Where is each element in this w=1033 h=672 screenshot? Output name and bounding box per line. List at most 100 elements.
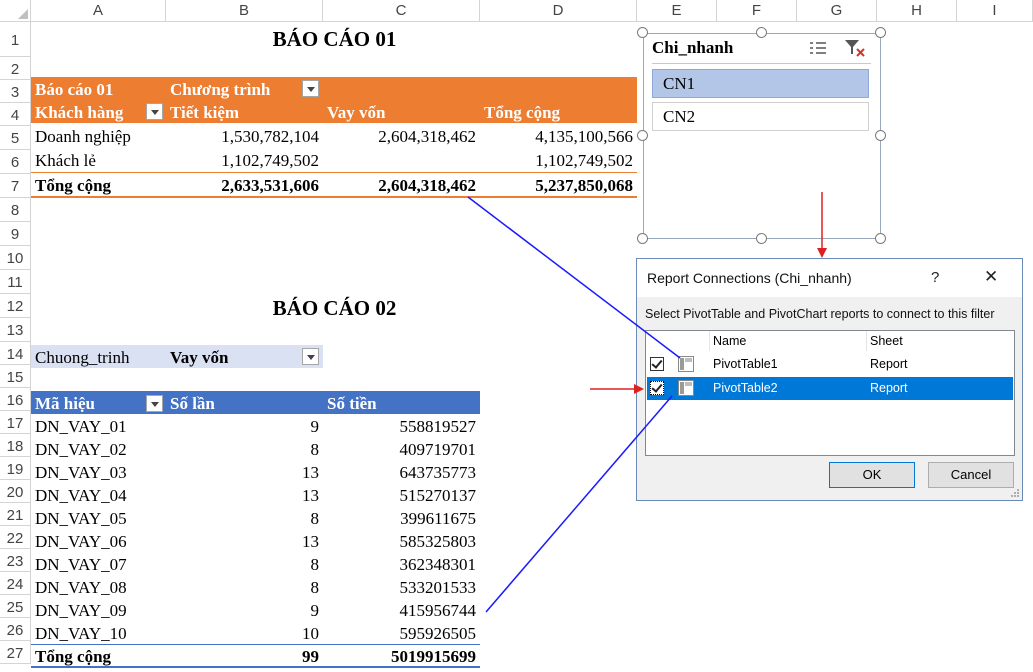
resize-handle[interactable] <box>875 130 886 141</box>
report1-total-value: 2,633,531,606 <box>221 176 319 195</box>
column-header-c[interactable]: C <box>323 0 480 22</box>
report1-total-value: 5,237,850,068 <box>535 176 633 195</box>
mahieu-dropdown-icon[interactable] <box>146 395 163 412</box>
ok-button[interactable]: OK <box>829 462 915 488</box>
column-header-f[interactable]: F <box>717 0 797 22</box>
row-header-22[interactable]: 22 <box>0 526 31 549</box>
report2-row-code: DN_VAY_08 <box>35 578 127 597</box>
column-separator <box>709 331 710 351</box>
resize-handle[interactable] <box>637 233 648 244</box>
column-header-e[interactable]: E <box>637 0 717 22</box>
resize-handle[interactable] <box>875 27 886 38</box>
row-header-20[interactable]: 20 <box>0 480 31 503</box>
pivottable2-name[interactable]: PivotTable2 <box>713 381 778 395</box>
row-header-12[interactable]: 12 <box>0 294 31 318</box>
column-header-b[interactable]: B <box>166 0 323 22</box>
help-button[interactable]: ? <box>931 269 939 286</box>
row-header-14[interactable]: 14 <box>0 342 31 365</box>
pivottable1-checkbox[interactable] <box>650 357 664 371</box>
slicer-item-cn2[interactable]: CN2 <box>652 102 869 131</box>
report2-row-count: 8 <box>310 578 320 597</box>
report2-total-count: 99 <box>302 647 319 666</box>
report2-row-amount: 415956744 <box>399 601 477 620</box>
report2-row-count: 13 <box>302 486 319 505</box>
report2-row-amount: 595926505 <box>399 624 477 643</box>
row-header-26[interactable]: 26 <box>0 618 31 641</box>
report2-row-count: 9 <box>310 417 320 436</box>
row-header-13[interactable]: 13 <box>0 318 31 342</box>
cancel-button[interactable]: Cancel <box>928 462 1014 488</box>
column-header-i[interactable]: I <box>957 0 1033 22</box>
selected-row-highlight[interactable] <box>647 377 1013 400</box>
column-header-g[interactable]: G <box>797 0 877 22</box>
report2-title: BÁO CÁO 02 <box>272 296 397 320</box>
report1-row-value: 2,604,318,462 <box>378 127 476 146</box>
reports-list[interactable]: Name Sheet PivotTable1 Report PivotTable… <box>645 330 1015 456</box>
report2-row-count: 8 <box>310 555 320 574</box>
column-header-a[interactable]: A <box>31 0 166 22</box>
report2-row-amount: 643735773 <box>399 463 477 482</box>
row-header-4[interactable]: 4 <box>0 103 31 126</box>
multi-select-icon[interactable] <box>808 40 828 56</box>
row-header-5[interactable]: 5 <box>0 126 31 150</box>
row-header-19[interactable]: 19 <box>0 457 31 480</box>
report2-row-code: DN_VAY_03 <box>35 463 127 482</box>
row-header-16[interactable]: 16 <box>0 388 31 411</box>
select-all-corner[interactable] <box>0 0 31 22</box>
resize-handle[interactable] <box>637 130 648 141</box>
row-header-11[interactable]: 11 <box>0 270 31 294</box>
report-connections-dialog[interactable]: Report Connections (Chi_nhanh) ? ✕ Selec… <box>636 258 1023 501</box>
clear-filter-icon[interactable] <box>844 39 866 57</box>
report1-header-tietkiem: Tiết kiệm <box>170 103 240 122</box>
slicer-item-cn1[interactable]: CN1 <box>652 69 869 98</box>
col-header-sheet[interactable]: Sheet <box>870 334 903 348</box>
report2-total-amount: 5019915699 <box>391 647 476 666</box>
row-header-10[interactable]: 10 <box>0 246 31 270</box>
col-field-dropdown-icon[interactable] <box>302 80 319 97</box>
filter-funnel-icon[interactable] <box>302 348 319 365</box>
report2-row-code: DN_VAY_09 <box>35 601 127 620</box>
pivottable1-sheet: Report <box>870 357 908 371</box>
row-header-17[interactable]: 17 <box>0 411 31 434</box>
report2-row-amount: 585325803 <box>399 532 477 551</box>
row-header-25[interactable]: 25 <box>0 595 31 618</box>
slicer-chi-nhanh[interactable]: Chi_nhanh CN1 CN2 <box>643 33 881 239</box>
row-header-9[interactable]: 9 <box>0 222 31 246</box>
row-header-18[interactable]: 18 <box>0 434 31 457</box>
report1-total-label: Tổng cộng <box>35 176 112 195</box>
column-header-h[interactable]: H <box>877 0 957 22</box>
row-header-6[interactable]: 6 <box>0 150 31 174</box>
row-header-23[interactable]: 23 <box>0 549 31 572</box>
row-header-8[interactable]: 8 <box>0 198 31 222</box>
row-header-21[interactable]: 21 <box>0 503 31 526</box>
row-field-dropdown-icon[interactable] <box>146 103 163 120</box>
report2-row-count: 13 <box>302 532 319 551</box>
row-header-24[interactable]: 24 <box>0 572 31 595</box>
resize-grip-icon[interactable] <box>1009 487 1021 499</box>
row-header-7[interactable]: 7 <box>0 174 31 198</box>
arrow-to-dialog-head <box>817 248 827 258</box>
row-header-27[interactable]: 27 <box>0 641 31 664</box>
pivottable2-checkbox[interactable] <box>650 381 664 395</box>
col-header-name[interactable]: Name <box>713 334 746 348</box>
resize-handle[interactable] <box>875 233 886 244</box>
report1-row-field: Khách hàng <box>35 103 124 122</box>
row-header-2[interactable]: 2 <box>0 57 31 80</box>
resize-handle[interactable] <box>637 27 648 38</box>
report1-total-top-border <box>31 172 637 173</box>
row-header-1[interactable]: 1 <box>0 22 31 57</box>
pivottable1-name[interactable]: PivotTable1 <box>713 357 778 371</box>
resize-handle[interactable] <box>756 27 767 38</box>
dialog-title: Report Connections (Chi_nhanh) <box>647 270 852 286</box>
column-header-d[interactable]: D <box>480 0 637 22</box>
report1-total-bottom-border <box>31 196 637 198</box>
row-header-15[interactable]: 15 <box>0 365 31 388</box>
report2-header-sotien: Số tiền <box>327 394 377 413</box>
report2-filter-value: Vay vốn <box>170 348 229 367</box>
resize-handle[interactable] <box>756 233 767 244</box>
close-icon[interactable]: ✕ <box>984 267 998 287</box>
row-header-3[interactable]: 3 <box>0 80 31 103</box>
report2-row-code: DN_VAY_06 <box>35 532 127 551</box>
report2-row-count: 8 <box>310 440 320 459</box>
report1-row-value: 1,102,749,502 <box>221 151 319 170</box>
